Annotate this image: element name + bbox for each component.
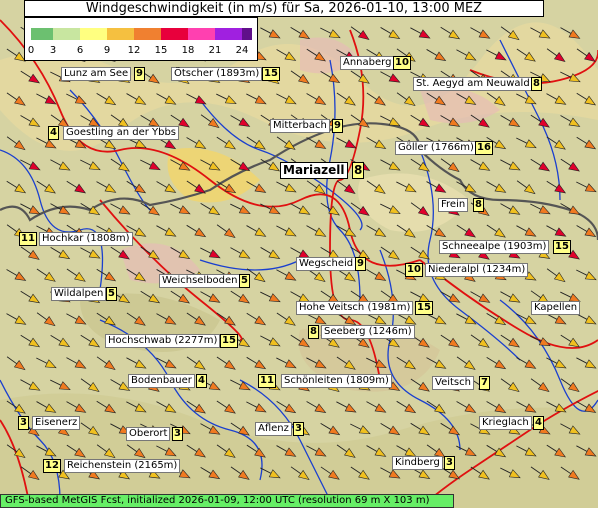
legend-tick: 15 (154, 45, 168, 56)
wind-value: 7 (479, 376, 490, 390)
wind-value: 12 (43, 459, 61, 473)
wind-value: 3 (444, 456, 455, 470)
legend-swatch-3 (107, 28, 134, 40)
station-name: Seeberg (1246m) (321, 325, 415, 339)
wind-value: 9 (134, 67, 145, 81)
wind-value: 16 (475, 141, 493, 155)
station-name: Frein (438, 198, 469, 212)
wind-value: 3 (18, 416, 29, 430)
legend-tick: 21 (208, 45, 222, 56)
wind-value: 5 (239, 274, 250, 288)
wind-value: 10 (405, 263, 423, 277)
wind-value: 3 (172, 427, 183, 441)
legend-swatch-4 (134, 28, 161, 40)
wind-value: 15 (553, 240, 571, 254)
forecast-info-footer: GFS-based MetGIS Fcst, initialized 2026-… (0, 494, 454, 508)
wind-value: 9 (355, 257, 366, 271)
wind-value: 4 (48, 126, 59, 140)
wind-value: 4 (196, 374, 207, 388)
legend-tick: 24 (235, 45, 249, 56)
station-name: Niederalpl (1234m) (425, 263, 529, 277)
station-name: Göller (1766m) (395, 141, 477, 155)
wind-value: 8 (308, 325, 319, 339)
legend-swatch-8 (242, 28, 252, 40)
legend-swatch-0 (31, 28, 53, 40)
station-name: Krieglach (479, 416, 532, 430)
station-name: Lunz am See (61, 67, 132, 81)
station-name: Veitsch (432, 376, 474, 390)
legend-tick: 18 (181, 45, 195, 56)
legend-swatch-2 (80, 28, 107, 40)
legend-tick: 3 (49, 45, 57, 56)
legend-swatch-6 (188, 28, 215, 40)
station-name: St. Aegyd am Neuwald (413, 77, 533, 91)
wind-value: 11 (258, 374, 276, 388)
station-name: Goestling an der Ybbs (63, 126, 180, 140)
station-name: Bodenbauer (128, 374, 195, 388)
station-name: Wegscheid (296, 257, 357, 271)
wind-value: 5 (106, 287, 117, 301)
station-name: Mariazell (280, 162, 348, 179)
wind-value: 10 (393, 56, 411, 70)
station-name: Mitterbach (270, 119, 330, 133)
station-name: Kapellen (531, 301, 581, 315)
station-name: Hochkar (1808m) (39, 232, 133, 246)
station-name: Hochschwab (2277m) (105, 334, 221, 348)
wind-value: 8 (473, 198, 484, 212)
wind-value: 3 (293, 422, 304, 436)
legend-tick: 0 (27, 45, 35, 56)
legend-tick: 6 (76, 45, 84, 56)
station-name: Eisenerz (32, 416, 81, 430)
wind-value: 4 (533, 416, 544, 430)
wind-value: 8 (352, 162, 365, 179)
legend-swatch-1 (53, 28, 80, 40)
legend-swatch-7 (215, 28, 242, 40)
wind-value: 15 (220, 334, 238, 348)
station-name: Reichenstein (2165m) (64, 459, 181, 473)
wind-speed-legend: 0 3 6 9 12 15 18 21 24 (24, 17, 258, 61)
wind-value: 9 (332, 119, 343, 133)
station-name: Hohe Veitsch (1981m) (296, 301, 414, 315)
station-name: Schönleiten (1809m) (281, 374, 392, 388)
station-name: Schneealpe (1903m) (439, 240, 550, 254)
wind-value: 15 (262, 67, 280, 81)
legend-tick: 9 (103, 45, 111, 56)
map-title: Windgeschwindigkeit (in m/s) für Sa, 202… (24, 0, 544, 17)
legend-tick: 12 (127, 45, 141, 56)
wind-value: 8 (531, 77, 542, 91)
station-name: Oberort (126, 427, 171, 441)
station-name: Ötscher (1893m) (171, 67, 263, 81)
station-name: Kindberg (392, 456, 443, 470)
station-name: Aflenz (255, 422, 292, 436)
station-name: Weichselboden (159, 274, 241, 288)
legend-swatch-5 (161, 28, 188, 40)
wind-value: 11 (19, 232, 37, 246)
wind-value: 15 (415, 301, 433, 315)
station-name: Annaberg (340, 56, 395, 70)
station-name: Wildalpen (51, 287, 107, 301)
